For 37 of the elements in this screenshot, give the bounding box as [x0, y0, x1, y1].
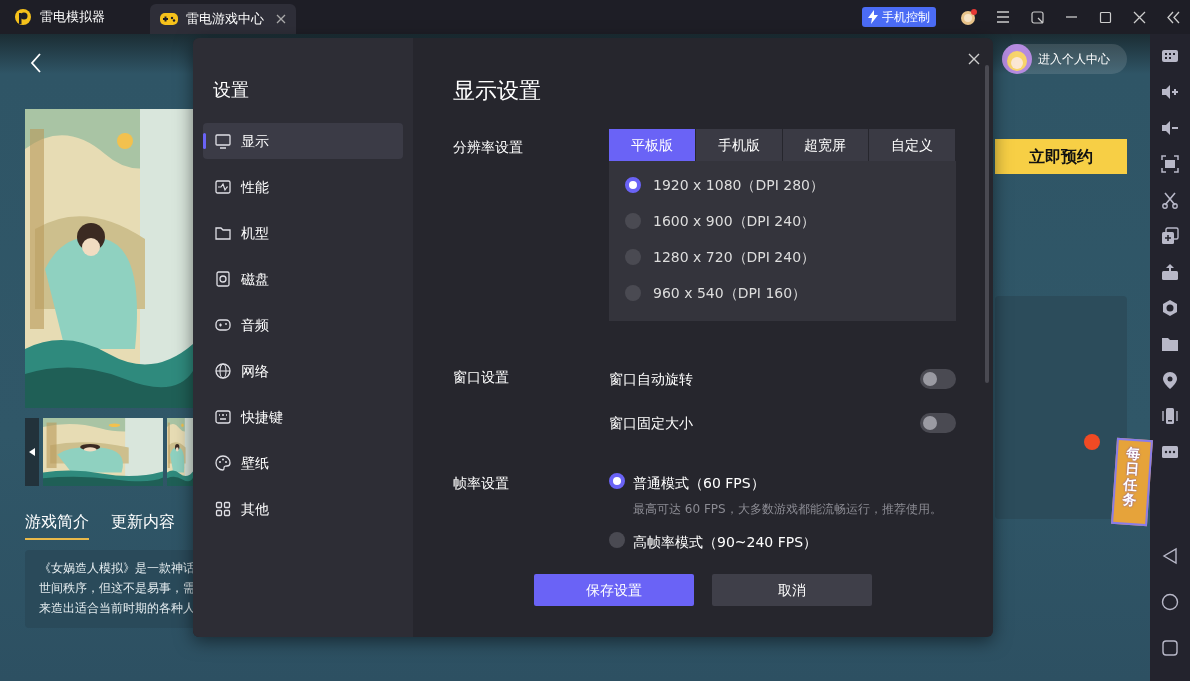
- option-label: 高帧率模式（90~240 FPS）: [633, 533, 818, 552]
- settings-nav-item[interactable]: 快捷键: [203, 399, 403, 435]
- phone-control-button[interactable]: 手机控制: [862, 7, 936, 27]
- option-label: 1600 x 900（DPI 240）: [653, 211, 816, 231]
- option-label: 普通模式（60 FPS）: [633, 474, 766, 493]
- settings-title: 设置: [212, 78, 250, 102]
- app-name: 雷电模拟器: [40, 8, 105, 27]
- browser-tab[interactable]: 雷电游戏中心: [150, 4, 296, 34]
- profile-link[interactable]: 进入个人中心: [1002, 44, 1127, 74]
- content-tab[interactable]: 更新内容: [111, 510, 175, 540]
- resolution-tab[interactable]: 手机版: [695, 129, 783, 161]
- toggle-label: 窗口固定大小: [609, 413, 693, 433]
- reserve-button[interactable]: 立即预约: [995, 139, 1127, 174]
- option-hint: 最高可达 60 FPS，大多数游戏都能流畅运行，推荐使用。: [633, 501, 942, 518]
- toggle-label: 窗口自动旋转: [609, 369, 693, 389]
- setting-label: 帧率设置: [453, 474, 510, 493]
- settings-nav-item[interactable]: 网络: [203, 353, 403, 389]
- settings-nav-item[interactable]: 其他: [203, 491, 403, 527]
- resolution-tab[interactable]: 平板版: [609, 129, 696, 161]
- cancel-button[interactable]: 取消: [712, 574, 872, 606]
- settings-nav-item[interactable]: 音频: [203, 307, 403, 343]
- option-label: 1920 x 1080（DPI 280）: [653, 175, 824, 195]
- option-label: 960 x 540（DPI 160）: [653, 283, 807, 303]
- resolution-tab[interactable]: 超宽屏: [782, 129, 870, 161]
- description-text: 来造出适合当前时期的各种人: [39, 600, 196, 616]
- settings-nav-item[interactable]: 性能: [203, 169, 403, 205]
- setting-label: 窗口设置: [453, 368, 510, 387]
- settings-nav-item[interactable]: 壁纸: [203, 445, 403, 481]
- settings-nav-item[interactable]: 磁盘: [203, 261, 403, 297]
- settings-nav-item[interactable]: 显示: [203, 123, 403, 159]
- section-heading: 显示设置: [453, 77, 542, 105]
- save-button[interactable]: 保存设置: [534, 574, 694, 606]
- resolution-tab[interactable]: 自定义: [869, 129, 956, 161]
- option-label: 1280 x 720（DPI 240）: [653, 247, 816, 267]
- content-tab[interactable]: 游戏简介: [25, 510, 89, 540]
- settings-nav-item[interactable]: 机型: [203, 215, 403, 251]
- setting-label: 分辨率设置: [453, 138, 524, 157]
